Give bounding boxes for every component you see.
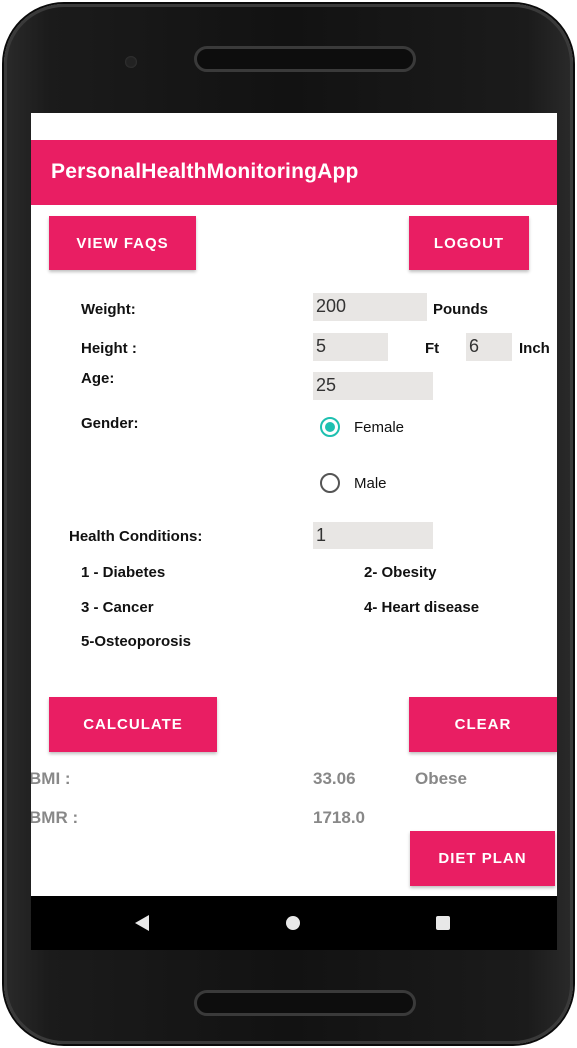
condition-obesity: 2- Obesity	[364, 564, 437, 581]
view-faqs-button[interactable]: VIEW FAQS	[49, 216, 196, 270]
bmi-label: BMI :	[31, 769, 71, 788]
age-input[interactable]: 25	[313, 372, 433, 400]
back-triangle-icon[interactable]	[135, 915, 149, 931]
condition-cancer: 3 - Cancer	[81, 599, 154, 616]
home-circle-icon[interactable]	[286, 916, 300, 930]
health-conditions-label: Health Conditions:	[69, 528, 203, 545]
female-radio[interactable]	[320, 417, 340, 437]
app-title: PersonalHealthMonitoringApp	[51, 160, 359, 183]
female-radio-label[interactable]: Female	[354, 419, 404, 436]
app-screen: PersonalHealthMonitoringApp VIEW FAQS LO…	[31, 113, 557, 950]
height-inch-input[interactable]: 6	[466, 333, 512, 361]
weight-unit: Pounds	[433, 301, 488, 318]
condition-heart-disease: 4- Heart disease	[364, 599, 480, 616]
clear-button[interactable]: CLEAR	[409, 697, 557, 752]
condition-osteoporosis: 5-Osteoporosis	[81, 633, 192, 650]
recent-square-icon[interactable]	[436, 916, 450, 930]
height-ft-input[interactable]: 5	[313, 333, 388, 361]
logout-button[interactable]: LOGOUT	[409, 216, 529, 270]
condition-diabetes: 1 - Diabetes	[81, 564, 166, 581]
bmi-category: Obese	[415, 769, 467, 788]
system-nav-bar	[31, 896, 557, 950]
health-condition-input[interactable]: 1	[313, 522, 433, 549]
weight-label: Weight:	[81, 301, 136, 318]
height-ft-unit: Ft	[425, 340, 440, 357]
bmi-value: 33.06	[313, 769, 356, 788]
height-label: Height :	[81, 340, 137, 357]
gender-label: Gender:	[81, 415, 139, 432]
male-radio-label[interactable]: Male	[354, 475, 387, 492]
bottom-speaker	[194, 990, 416, 1016]
front-camera	[125, 56, 137, 68]
diet-plan-button[interactable]: DIET PLAN	[410, 831, 555, 886]
weight-input[interactable]: 200	[313, 293, 427, 321]
age-label: Age:	[81, 370, 115, 387]
bmr-value: 1718.0	[313, 808, 365, 827]
earpiece-speaker	[194, 46, 416, 72]
bmr-label: BMR :	[31, 808, 79, 827]
height-inch-unit: Inch	[519, 340, 550, 357]
app-bar: PersonalHealthMonitoringApp	[31, 140, 557, 205]
calculate-button[interactable]: CALCULATE	[49, 697, 217, 752]
male-radio[interactable]	[320, 473, 340, 493]
